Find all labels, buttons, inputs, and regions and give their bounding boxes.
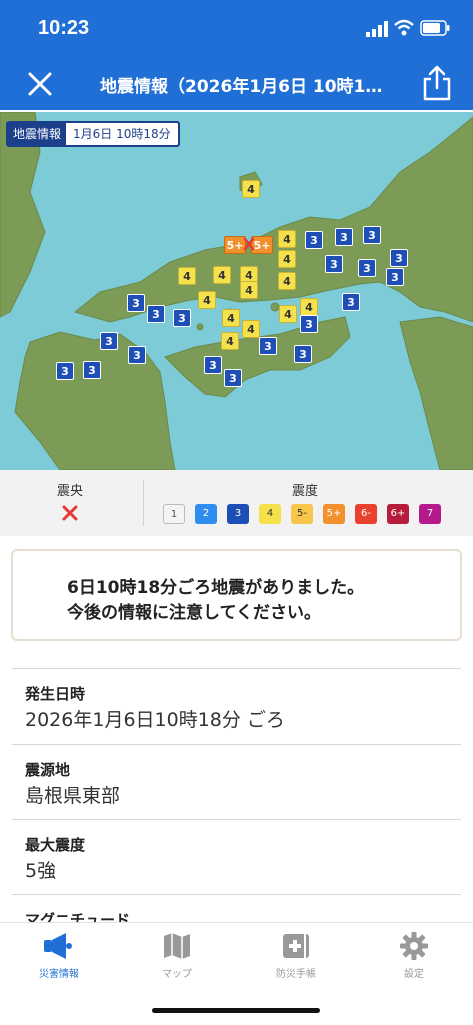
detail-value: 5強 [25,860,57,882]
intensity-legend-label: 震度 [292,484,319,499]
intensity-marker[interactable]: 4 [242,320,260,338]
intensity-swatch: 4 [259,504,281,524]
home-indicator [152,1008,320,1013]
detail-label: 発生日時 [25,685,86,703]
map-tag-label: 地震情報 [8,123,67,145]
intensity-swatch: 1 [163,504,185,524]
detail-row-max-intensity: 最大震度 5強 [12,819,461,895]
intensity-marker[interactable]: 4 [178,267,196,285]
intensity-marker[interactable]: 4 [300,298,318,316]
intensity-swatch: 6- [355,504,377,524]
intensity-swatch: 6+ [387,504,409,524]
epicenter-marker-icon [243,237,255,251]
intensity-scale: 1 2 3 4 5- 5+ 6- 6+ 7 [163,504,441,524]
detail-row-magnitude: マグニチュード [12,894,461,923]
tab-label: 設定 [404,969,424,980]
map-info-tag: 地震情報 1月6日 10時18分 [6,121,180,147]
intensity-marker[interactable]: 3 [259,337,277,355]
intensity-marker[interactable]: 4 [221,332,239,350]
detail-row-epicenter: 震源地 島根県東部 [12,744,461,820]
alert-message-box: 6日10時18分ごろ地震がありました。 今後の情報に注意してください。 [11,549,462,641]
page-title: 地震情報（2026年1月6日 10時18分） [100,77,390,97]
intensity-marker[interactable]: 4 [278,272,296,290]
legend-divider [143,480,144,526]
detail-row-occurrence-time: 発生日時 2026年1月6日10時18分 ごろ [12,668,461,745]
detail-label: 震源地 [25,761,71,779]
tab-settings[interactable]: 設定 [355,931,473,980]
close-icon[interactable] [24,68,56,100]
intensity-map[interactable]: 地震情報 1月6日 10時18分 4 5+ 5+ 4 3 3 3 4 4 3 3… [0,112,473,470]
intensity-marker[interactable]: 3 [83,361,101,379]
intensity-marker[interactable]: 3 [390,249,408,267]
tab-map[interactable]: マップ [118,931,236,980]
map-tag-time: 1月6日 10時18分 [73,127,171,141]
detail-label: 最大震度 [25,836,86,854]
tab-label: 災害情報 [39,969,79,980]
intensity-marker[interactable]: 3 [325,255,343,273]
intensity-marker[interactable]: 4 [213,266,231,284]
map-land-shapes [0,112,473,470]
intensity-marker[interactable]: 4 [240,281,258,299]
megaphone-icon [44,933,72,959]
intensity-marker[interactable]: 4 [198,291,216,309]
intensity-swatch: 2 [195,504,217,524]
gear-icon [400,932,428,960]
alert-line-2: 今後の情報に注意してください。 [67,603,321,623]
intensity-marker[interactable]: 3 [294,345,312,363]
intensity-marker[interactable]: 3 [342,293,360,311]
intensity-marker[interactable]: 3 [358,259,376,277]
intensity-marker[interactable]: 4 [222,309,240,327]
intensity-marker[interactable]: 4 [278,230,296,248]
intensity-marker[interactable]: 3 [100,332,118,350]
intensity-marker[interactable]: 3 [335,228,353,246]
intensity-marker[interactable]: 3 [128,346,146,364]
map-icon [164,933,190,959]
intensity-marker[interactable]: 3 [224,369,242,387]
first-aid-icon [283,934,309,958]
intensity-marker[interactable]: 3 [173,309,191,327]
intensity-swatch: 3 [227,504,249,524]
intensity-marker[interactable]: 4 [279,305,297,323]
intensity-marker[interactable]: 3 [127,294,145,312]
tab-disaster-info[interactable]: 災害情報 [0,931,118,980]
cellular-signal-icon [366,21,388,37]
detail-value: 2026年1月6日10時18分 ごろ [25,709,285,731]
tab-label: 防災手帳 [276,969,316,980]
wifi-icon [394,19,414,36]
epicenter-x-icon [62,505,78,521]
intensity-marker[interactable]: 4 [278,250,296,268]
intensity-swatch: 5+ [323,504,345,524]
battery-icon [420,20,450,36]
intensity-swatch: 7 [419,504,441,524]
intensity-marker[interactable]: 3 [56,362,74,380]
alert-line-1: 6日10時18分ごろ地震がありました。 [67,578,365,598]
intensity-marker[interactable]: 3 [363,226,381,244]
tab-label: マップ [162,969,192,980]
intensity-marker[interactable]: 3 [204,356,222,374]
nav-bar: 地震情報（2026年1月6日 10時18分） [0,58,473,110]
share-icon[interactable] [420,64,454,102]
map-legend: 震央 震度 1 2 3 4 5- 5+ 6- 6+ 7 [0,470,473,536]
detail-value: 島根県東部 [25,785,121,807]
status-time: 10:23 [38,17,90,39]
intensity-marker[interactable]: 4 [242,180,260,198]
intensity-marker[interactable]: 3 [147,305,165,323]
intensity-marker[interactable]: 3 [300,315,318,333]
status-bar: 10:23 [0,0,473,58]
epicenter-legend-label: 震央 [56,484,83,499]
tab-disaster-handbook[interactable]: 防災手帳 [237,931,355,980]
intensity-marker[interactable]: 3 [305,231,323,249]
intensity-swatch: 5- [291,504,313,524]
detail-label: マグニチュード [25,911,131,923]
intensity-marker[interactable]: 3 [386,268,404,286]
